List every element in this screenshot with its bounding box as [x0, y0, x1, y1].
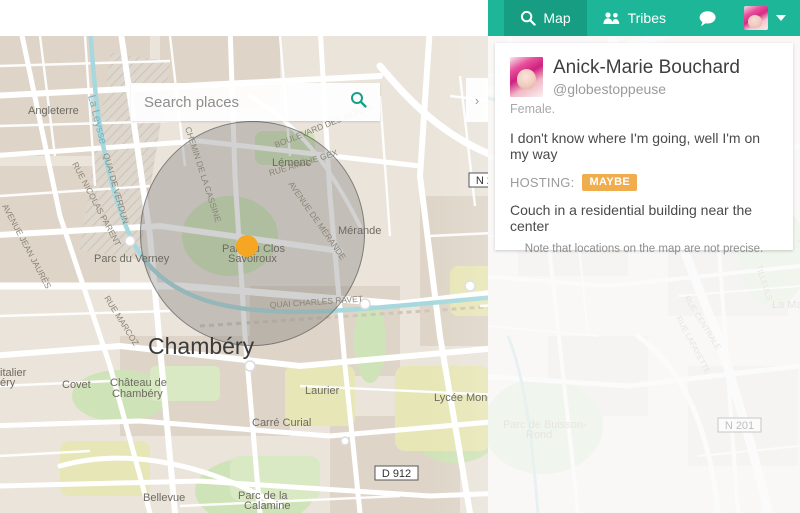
map-label: Rond	[526, 429, 552, 441]
header-nav: Map Tribes	[504, 0, 800, 36]
map-precision-note: Note that locations on the map are not p…	[524, 243, 764, 255]
chat-bubble-icon	[698, 10, 718, 27]
search-input[interactable]	[144, 93, 350, 111]
svg-text:N 201: N 201	[725, 420, 754, 432]
profile-name[interactable]: Anick-Marie Bouchard	[553, 57, 740, 79]
status-badge: MAYBE	[582, 174, 638, 192]
avatar[interactable]	[510, 57, 543, 97]
search-places-box[interactable]	[131, 83, 380, 121]
map-label: La Ma	[772, 299, 800, 311]
profile-panel: Parc de Buisson- Rond RUE CENTRALE RUE LAFA…	[488, 36, 800, 513]
user-menu[interactable]	[734, 0, 800, 36]
chevron-down-icon	[776, 15, 786, 21]
nav-item-messages[interactable]	[682, 0, 734, 36]
profile-header: Anick-Marie Bouchard @globestoppeuse	[510, 57, 778, 98]
nav-item-tribes[interactable]: Tribes	[587, 0, 682, 36]
road-shield: N 201	[717, 417, 762, 433]
search-icon[interactable]	[350, 91, 367, 113]
nav-item-map[interactable]: Map	[504, 0, 587, 36]
panel-collapse-toggle[interactable]: ›	[466, 78, 488, 122]
nav-item-map-label: Map	[543, 10, 571, 26]
hosting-label: HOSTING:	[510, 175, 575, 191]
profile-gender: Female.	[510, 102, 556, 117]
header-left-spacer	[0, 0, 488, 36]
avatar	[744, 6, 768, 30]
profile-handle[interactable]: @globestoppeuse	[553, 80, 740, 98]
profile-identity: Anick-Marie Bouchard @globestoppeuse	[553, 57, 740, 98]
profile-card: Anick-Marie Bouchard @globestoppeuse Fem…	[495, 43, 793, 251]
profile-tagline: I don't know where I'm going, well I'm o…	[510, 130, 761, 163]
app-header: Map Tribes	[0, 0, 800, 36]
location-marker[interactable]	[236, 235, 258, 257]
nav-item-tribes-label: Tribes	[627, 10, 666, 26]
hosting-offer-description: Couch in a residential building near the…	[510, 202, 753, 235]
people-icon	[603, 11, 621, 25]
hosting-status-row: HOSTING: MAYBE	[510, 174, 778, 192]
app-root: Map Tribes La Leysse Angleterre RUE NICO…	[0, 0, 800, 513]
search-icon	[520, 10, 537, 26]
